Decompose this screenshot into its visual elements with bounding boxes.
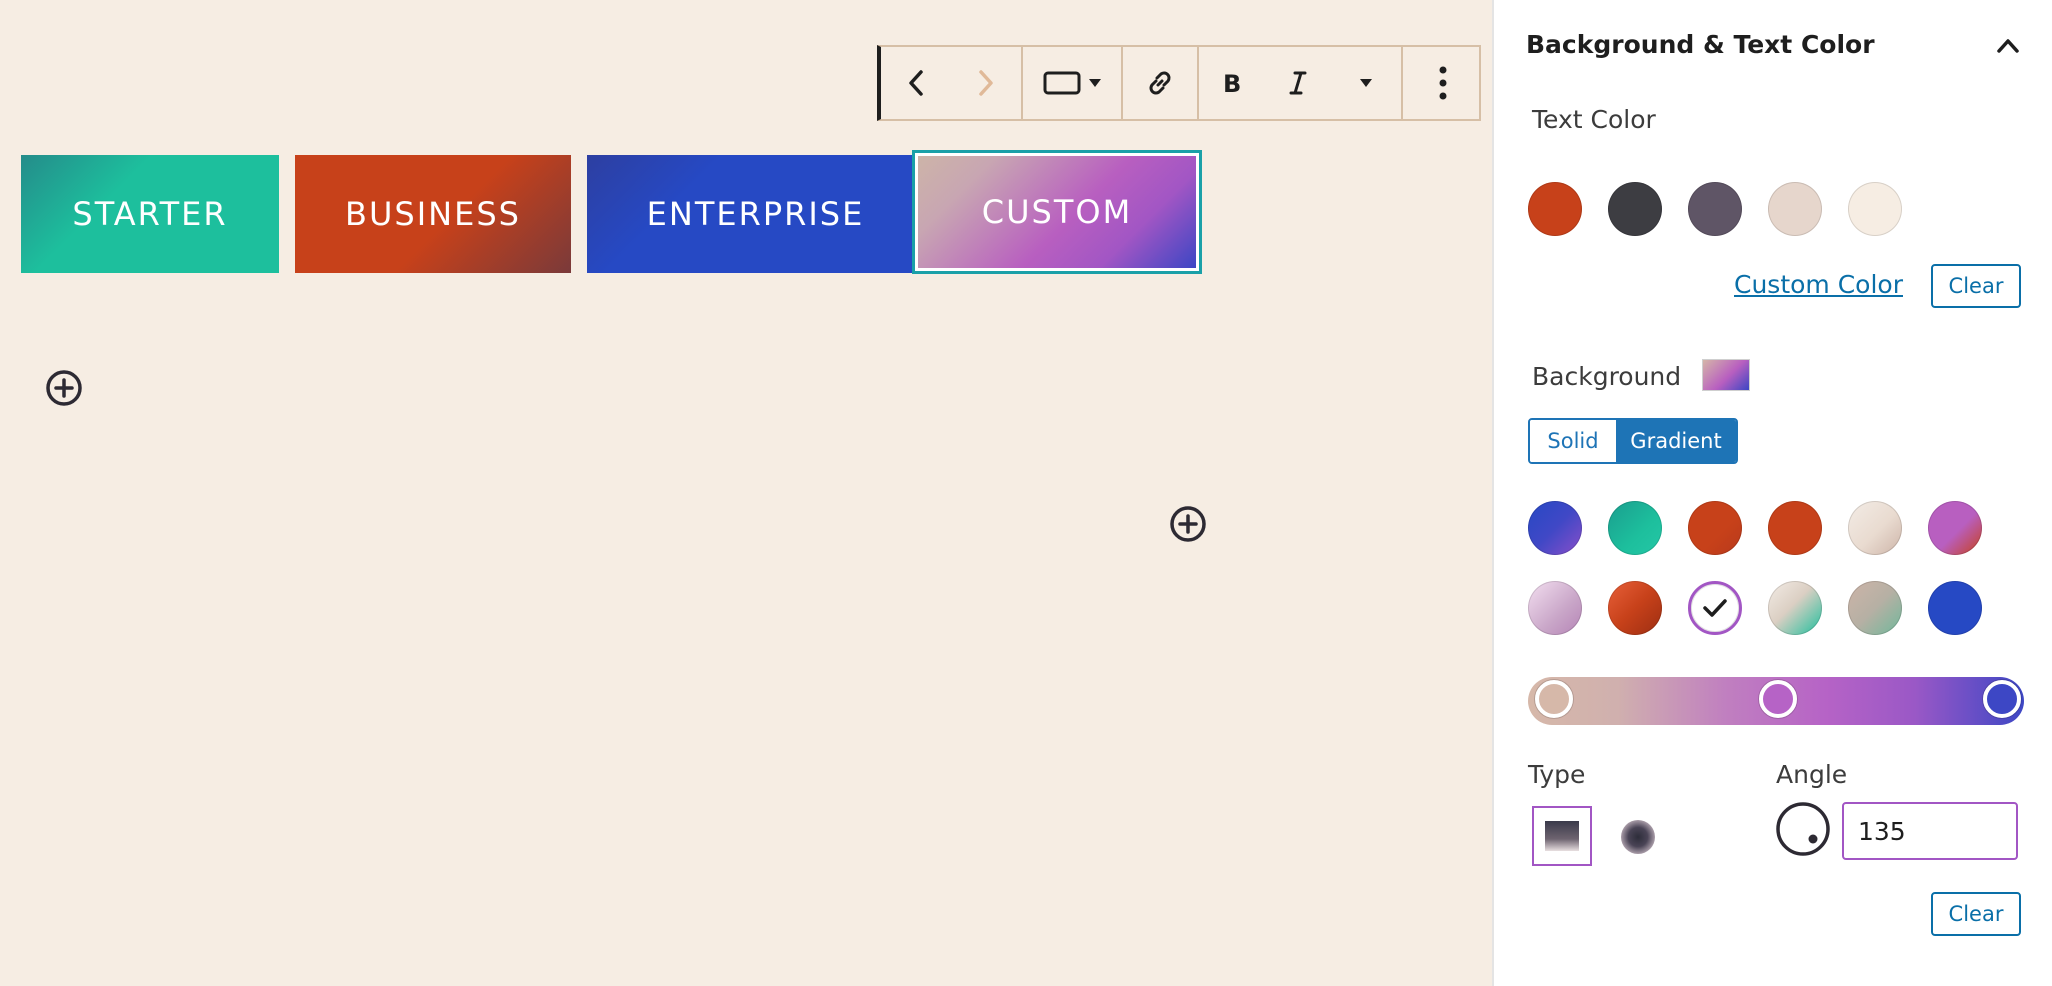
- italic-icon: [1289, 71, 1307, 95]
- linear-gradient-icon: [1545, 821, 1579, 851]
- gradient-angle-label: Angle: [1776, 760, 1848, 789]
- gradient-preset-teal[interactable]: [1608, 501, 1662, 555]
- dropdown-arrow-icon: [1089, 79, 1101, 87]
- bold-icon: B: [1223, 70, 1241, 97]
- gradient-preset-red-orange[interactable]: [1768, 501, 1822, 555]
- add-button-icon[interactable]: [1168, 504, 1208, 544]
- link-icon: [1149, 71, 1171, 95]
- clear-text-color-button[interactable]: Clear: [1931, 264, 2021, 308]
- gradient-preset-cream[interactable]: [1848, 501, 1902, 555]
- clear-background-button[interactable]: Clear: [1931, 892, 2021, 936]
- gradient-stop-start[interactable]: [1535, 680, 1573, 718]
- custom-color-link[interactable]: Custom Color: [1734, 270, 1903, 299]
- enterprise-button[interactable]: ENTERPRISE: [587, 155, 924, 273]
- gradient-preset-orange[interactable]: [1688, 501, 1742, 555]
- link-button[interactable]: [1123, 47, 1197, 119]
- gradient-preset-cream-teal[interactable]: [1768, 581, 1822, 635]
- more-options-icon: [1439, 66, 1447, 100]
- background-mode-toggle: Solid Gradient: [1528, 418, 1738, 464]
- gradient-preset-blue[interactable]: [1928, 581, 1982, 635]
- chevron-left-icon: [909, 70, 923, 96]
- bold-button[interactable]: B: [1199, 47, 1265, 119]
- text-color-swatch-cream[interactable]: [1848, 182, 1902, 236]
- text-color-label: Text Color: [1532, 105, 1656, 134]
- more-options-button[interactable]: [1403, 47, 1483, 119]
- text-color-swatch-red[interactable]: [1528, 182, 1582, 236]
- gradient-preset-sand-green[interactable]: [1848, 581, 1902, 635]
- checkmark-icon: [1703, 599, 1727, 617]
- custom-button-selected-outline: CUSTOM: [912, 150, 1202, 274]
- gradient-preset-blue-purple[interactable]: [1528, 501, 1582, 555]
- add-block-icon[interactable]: [44, 368, 84, 408]
- solid-tab[interactable]: Solid: [1530, 420, 1616, 462]
- panel-title: Background & Text Color: [1526, 30, 1875, 59]
- background-preview-swatch: [1702, 359, 1750, 391]
- move-left-button[interactable]: [881, 47, 951, 119]
- block-toolbar: B: [877, 45, 1481, 121]
- text-color-swatch-dark-gray[interactable]: [1608, 182, 1662, 236]
- chevron-right-icon: [979, 70, 993, 96]
- gradient-preset-pink[interactable]: [1528, 581, 1582, 635]
- toolbar-link-group: [1123, 47, 1199, 119]
- angle-dial-icon[interactable]: [1774, 800, 1832, 858]
- editor-canvas: B STARTER BUSINESS ENTERPRISE CUSTOM: [0, 0, 1492, 986]
- toolbar-style-group: [1023, 47, 1123, 119]
- toolbar-format-group: B: [1199, 47, 1403, 119]
- gradient-type-label: Type: [1528, 760, 1586, 789]
- settings-sidebar: Background & Text Color Text Color Custo…: [1492, 0, 2052, 986]
- more-formatting-button[interactable]: [1331, 47, 1401, 119]
- gradient-preset-selected[interactable]: [1688, 581, 1742, 635]
- text-color-swatch-purple-gray[interactable]: [1688, 182, 1742, 236]
- button-style-dropdown[interactable]: [1023, 47, 1121, 119]
- toolbar-move-group: [881, 47, 1023, 119]
- move-right-button[interactable]: [951, 47, 1021, 119]
- gradient-stop-end[interactable]: [1983, 680, 2021, 718]
- custom-button[interactable]: CUSTOM: [918, 156, 1196, 268]
- gradient-tab[interactable]: Gradient: [1616, 420, 1736, 462]
- gradient-preset-rust[interactable]: [1608, 581, 1662, 635]
- svg-text:B: B: [1223, 70, 1241, 97]
- angle-input[interactable]: [1842, 802, 2018, 860]
- toolbar-options-group: [1403, 47, 1483, 119]
- gradient-preset-purple-orange[interactable]: [1928, 501, 1982, 555]
- chevron-up-icon[interactable]: [1994, 32, 2022, 60]
- more-formatting-icon: [1360, 79, 1372, 87]
- starter-button[interactable]: STARTER: [21, 155, 279, 273]
- italic-button[interactable]: [1265, 47, 1331, 119]
- button-style-icon: [1043, 71, 1081, 95]
- text-color-swatch-beige[interactable]: [1768, 182, 1822, 236]
- background-label: Background: [1532, 362, 1682, 391]
- business-button[interactable]: BUSINESS: [295, 155, 571, 273]
- gradient-stop-middle[interactable]: [1759, 680, 1797, 718]
- radial-gradient-icon[interactable]: [1621, 820, 1655, 854]
- linear-gradient-type-button[interactable]: [1532, 806, 1592, 866]
